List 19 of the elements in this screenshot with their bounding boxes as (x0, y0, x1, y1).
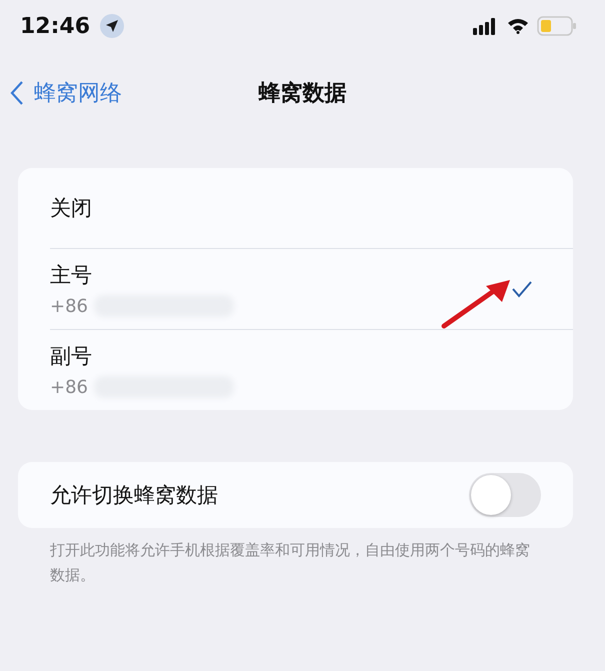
line-option[interactable]: 主号 +86 (50, 248, 573, 329)
line-option[interactable]: 副号 +86 (50, 329, 573, 410)
back-button[interactable]: 蜂窝网络 (0, 78, 122, 108)
battery-icon (537, 16, 577, 36)
wifi-icon (507, 18, 529, 34)
phone-prefix: +86 (50, 376, 88, 398)
line-label: 副号 (50, 343, 93, 370)
line-option[interactable]: 关闭 (50, 168, 573, 248)
phone-prefix: +86 (50, 296, 88, 316)
footer-note: 打开此功能将允许手机根据覆盖率和可用情况，自由使用两个号码的蜂窝数据。 (50, 540, 531, 586)
chevron-icon (10, 80, 24, 106)
page-title: 蜂窝数据 (258, 80, 346, 108)
toggle-switch[interactable] (469, 473, 541, 517)
annotation-arrow (440, 278, 512, 330)
status-time: 12:46 (20, 14, 90, 38)
location-icon (100, 14, 124, 38)
line-label: 关闭 (50, 195, 93, 222)
line-label: 主号 (50, 262, 93, 289)
switch-label: 允许切换蜂窝数据 (50, 482, 219, 509)
